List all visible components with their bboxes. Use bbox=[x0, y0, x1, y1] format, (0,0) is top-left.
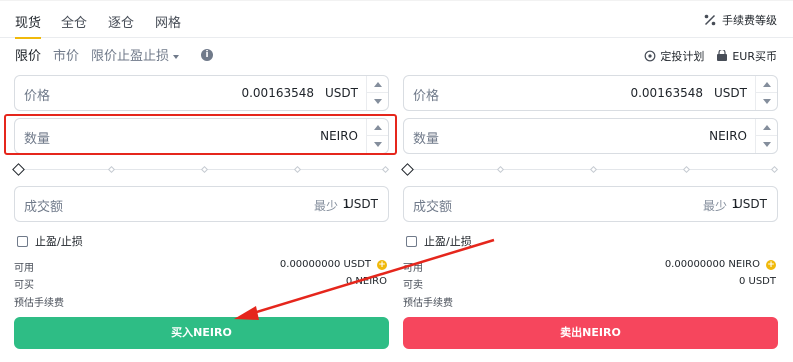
buy-tpsl-toggle[interactable]: 止盈/止损 bbox=[17, 233, 83, 249]
sell-price-value[interactable]: 0.00163548 bbox=[630, 86, 703, 100]
slider-step-100[interactable] bbox=[381, 165, 390, 174]
buy-max-row: 可买 0 NEIRO bbox=[14, 276, 389, 291]
sell-tpsl-label: 止盈/止损 bbox=[424, 235, 472, 248]
slider-step-75[interactable] bbox=[682, 165, 691, 174]
deposit-plus-icon[interactable]: + bbox=[377, 260, 387, 270]
buy-total-unit: USDT bbox=[345, 197, 378, 211]
recurring-plan-label: 定投计划 bbox=[660, 50, 705, 63]
tab-grid[interactable]: 网格 bbox=[155, 12, 181, 31]
plan-icon bbox=[644, 50, 656, 62]
sell-price-stepper bbox=[755, 76, 777, 110]
sell-amount-unit: NEIRO bbox=[709, 129, 747, 143]
buy-price-label: 价格 bbox=[24, 89, 51, 104]
buy-price-decrement[interactable] bbox=[367, 93, 388, 110]
chevron-down-icon bbox=[173, 54, 180, 59]
sell-tpsl-toggle[interactable]: 止盈/止损 bbox=[406, 233, 472, 249]
sell-price-unit: USDT bbox=[714, 86, 747, 100]
sell-fee-row: 预估手续费 bbox=[403, 294, 778, 309]
buy-amount-slider[interactable] bbox=[12, 163, 390, 176]
percent-icon bbox=[704, 14, 716, 26]
fee-level-link[interactable]: 手续费等级 bbox=[703, 12, 777, 28]
recurring-plan-link[interactable]: 定投计划 bbox=[644, 48, 704, 64]
buy-price-value[interactable]: 0.00163548 bbox=[241, 86, 314, 100]
fee-level-label: 手续费等级 bbox=[722, 14, 777, 27]
sell-amount-label: 数量 bbox=[413, 132, 440, 147]
buy-available-row: 可用 0.00000000 USDT + bbox=[14, 259, 389, 274]
order-type-stop-label: 限价止盈止损 bbox=[91, 49, 170, 64]
slider-step-25[interactable] bbox=[107, 165, 116, 174]
buy-fee-row: 预估手续费 bbox=[14, 294, 389, 309]
sell-amount-field[interactable]: 数量 NEIRO bbox=[403, 118, 778, 154]
sell-total-min-label: 最少 bbox=[702, 199, 727, 213]
buy-total-label: 成交额 bbox=[24, 200, 64, 215]
sell-button[interactable]: 卖出NEIRO bbox=[403, 317, 778, 349]
buy-price-field[interactable]: 价格 0.00163548 USDT bbox=[14, 75, 389, 111]
sell-total-label: 成交额 bbox=[413, 200, 453, 215]
sell-available-label: 可用 bbox=[403, 263, 423, 274]
buy-total-field[interactable]: 成交额 最少 1 USDT bbox=[14, 186, 389, 222]
sell-available-value: 0.00000000 NEIRO bbox=[664, 259, 760, 270]
slider-step-50[interactable] bbox=[589, 165, 598, 174]
sell-amount-slider[interactable] bbox=[401, 163, 779, 176]
chevron-up-icon bbox=[763, 125, 771, 130]
slider-step-100[interactable] bbox=[770, 165, 779, 174]
slider-step-75[interactable] bbox=[293, 165, 302, 174]
sell-max-label: 可卖 bbox=[403, 280, 423, 291]
slider-thumb[interactable] bbox=[12, 163, 25, 176]
buy-max-label: 可买 bbox=[14, 280, 34, 291]
order-links: 定投计划 EUR买币 bbox=[632, 48, 777, 64]
slider-thumb[interactable] bbox=[401, 163, 414, 176]
buy-max-value: 0 NEIRO bbox=[345, 276, 387, 287]
buy-tpsl-label: 止盈/止损 bbox=[35, 235, 83, 248]
buy-eur-link[interactable]: EUR买币 bbox=[716, 48, 777, 64]
info-icon[interactable]: i bbox=[201, 48, 214, 61]
order-type-market[interactable]: 市价 bbox=[53, 45, 79, 64]
buy-price-increment[interactable] bbox=[367, 76, 388, 93]
buy-button[interactable]: 买入NEIRO bbox=[14, 317, 389, 349]
sell-available-row: 可用 0.00000000 NEIRO + bbox=[403, 259, 778, 274]
buy-tpsl-checkbox[interactable] bbox=[17, 235, 28, 247]
tab-spot[interactable]: 现货 bbox=[15, 12, 41, 31]
buy-available-value: 0.00000000 USDT bbox=[279, 259, 371, 270]
sell-price-increment[interactable] bbox=[756, 76, 777, 93]
sell-price-label: 价格 bbox=[413, 89, 440, 104]
active-tab-indicator bbox=[15, 37, 41, 39]
buy-eur-label: EUR买币 bbox=[732, 50, 777, 63]
sell-max-row: 可卖 0 USDT bbox=[403, 276, 778, 291]
chevron-down-icon bbox=[763, 99, 771, 104]
sell-total-field[interactable]: 成交额 最少 1 USDT bbox=[403, 186, 778, 222]
order-type-tabs: 限价 市价 限价止盈止损 i bbox=[15, 45, 214, 64]
slider-step-50[interactable] bbox=[200, 165, 209, 174]
sell-total-unit: USDT bbox=[734, 197, 767, 211]
account-tabs: 现货 全仓 逐仓 网格 手续费等级 bbox=[0, 0, 793, 39]
order-type-limit[interactable]: 限价 bbox=[15, 45, 41, 64]
sell-amount-stepper bbox=[755, 119, 777, 153]
sell-price-field[interactable]: 价格 0.00163548 USDT bbox=[403, 75, 778, 111]
sell-tpsl-checkbox[interactable] bbox=[406, 235, 417, 247]
chevron-up-icon bbox=[374, 82, 382, 87]
buy-total-min-label: 最少 bbox=[313, 199, 338, 213]
sell-amount-decrement[interactable] bbox=[756, 136, 777, 153]
card-icon bbox=[717, 50, 728, 61]
buy-available-label: 可用 bbox=[14, 263, 34, 274]
chevron-down-icon bbox=[374, 99, 382, 104]
tab-cross[interactable]: 全仓 bbox=[61, 12, 87, 31]
order-type-stop-limit[interactable]: 限价止盈止损 bbox=[91, 45, 180, 64]
sell-fee-label[interactable]: 预估手续费 bbox=[403, 294, 453, 309]
deposit-plus-icon[interactable]: + bbox=[766, 260, 776, 270]
tab-isolated[interactable]: 逐仓 bbox=[108, 12, 134, 31]
slider-step-25[interactable] bbox=[496, 165, 505, 174]
chevron-down-icon bbox=[763, 142, 771, 147]
sell-max-value: 0 USDT bbox=[738, 276, 776, 287]
sell-price-decrement[interactable] bbox=[756, 93, 777, 110]
chevron-up-icon bbox=[763, 82, 771, 87]
sell-amount-increment[interactable] bbox=[756, 119, 777, 136]
buy-price-stepper bbox=[366, 76, 388, 110]
buy-fee-label[interactable]: 预估手续费 bbox=[14, 294, 64, 309]
annotation-highlight-box bbox=[4, 114, 397, 155]
buy-price-unit: USDT bbox=[325, 86, 358, 100]
